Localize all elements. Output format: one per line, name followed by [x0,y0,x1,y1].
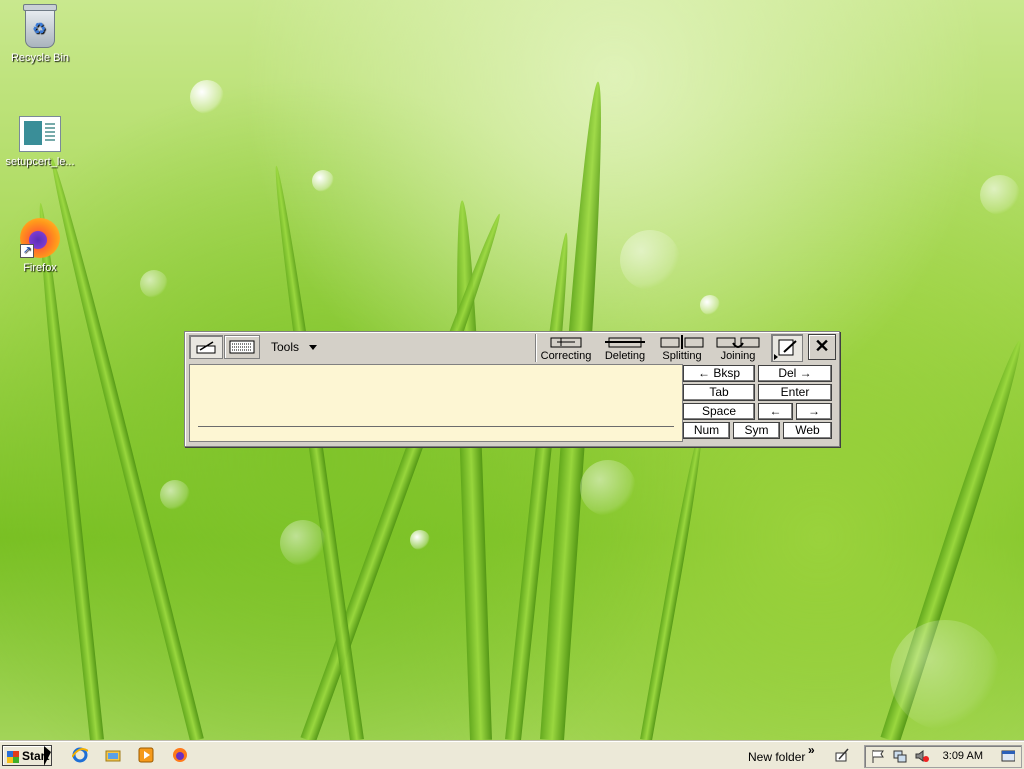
mouse-cursor [44,746,51,766]
key-delete[interactable]: Del → [758,365,832,382]
tools-menu[interactable]: Tools [271,340,318,354]
gesture-label: Deleting [604,350,646,362]
toolbar-new-folder[interactable]: New folder [748,750,805,764]
internet-explorer-icon[interactable] [72,747,88,763]
writing-pad-button[interactable] [189,335,223,359]
media-player-icon[interactable] [138,747,154,763]
toolbar-chevron-icon[interactable]: » [808,743,815,757]
gesture-joining[interactable]: Joining [713,333,763,363]
deleting-glyph-icon [599,335,651,349]
document-icon [19,116,61,152]
writing-pad[interactable] [189,364,683,442]
volume-muted-icon[interactable] [915,749,929,763]
gesture-label: Splitting [662,350,702,362]
joining-glyph-icon [713,335,763,349]
key-right-arrow[interactable]: → [796,403,832,420]
network-icon[interactable] [893,749,907,763]
desktop-icon-recycle-bin[interactable]: Recycle Bin [0,4,80,64]
desktop-icon-label: Recycle Bin [10,52,70,64]
key-space[interactable]: Space [683,403,755,420]
input-panel: Tools Correcting Deleting Splitting Join… [184,331,840,447]
taskbar: Start New folder » 3:09 AM [0,741,1024,769]
keyboard-icon [229,340,255,354]
dropdown-arrow-icon [309,345,318,351]
desktop-icon-label: setupcert_le... [5,156,75,168]
keyboard-button[interactable] [224,335,260,359]
gesture-deleting[interactable]: Deleting [599,333,651,363]
flag-icon[interactable] [871,749,885,763]
firefox-taskbar-icon[interactable] [172,747,188,763]
divider [535,334,536,362]
close-icon: ✕ [814,336,830,356]
shortcut-arrow-icon: ↗ [20,244,34,258]
desktop-icon-label: Firefox [23,262,57,274]
pen-input-tray-icon[interactable] [834,747,850,763]
tools-label: Tools [271,340,300,354]
key-left-arrow[interactable]: ← [758,403,793,420]
key-backspace[interactable]: ← Bksp [683,365,755,382]
show-desktop-icon[interactable] [1001,749,1015,763]
firefox-icon: ↗ [20,218,60,258]
key-sym[interactable]: Sym [733,422,780,439]
correcting-glyph-icon [539,335,593,349]
gesture-splitting[interactable]: Splitting [656,333,708,363]
windows-flag-icon [7,750,19,763]
key-num[interactable]: Num [683,422,730,439]
key-tab[interactable]: Tab [683,384,755,401]
gesture-correcting[interactable]: Correcting [539,333,593,363]
clock[interactable]: 3:09 AM [943,750,983,762]
file-explorer-icon[interactable] [105,747,121,763]
key-enter[interactable]: Enter [758,384,832,401]
close-button[interactable]: ✕ [808,334,836,360]
desktop-icon-setupcert[interactable]: setupcert_le... [0,116,80,168]
gesture-label: Joining [720,350,756,362]
splitting-glyph-icon [656,335,708,349]
writing-baseline [198,426,674,427]
desktop-icon-firefox[interactable]: ↗ Firefox [0,218,80,274]
system-tray: 3:09 AM [864,745,1022,768]
edit-pad-button[interactable] [771,334,803,362]
gesture-label: Correcting [540,350,592,362]
key-web[interactable]: Web [783,422,832,439]
pen-icon [196,341,216,354]
notepad-pen-icon [774,339,797,360]
recycle-bin-icon [23,4,57,48]
